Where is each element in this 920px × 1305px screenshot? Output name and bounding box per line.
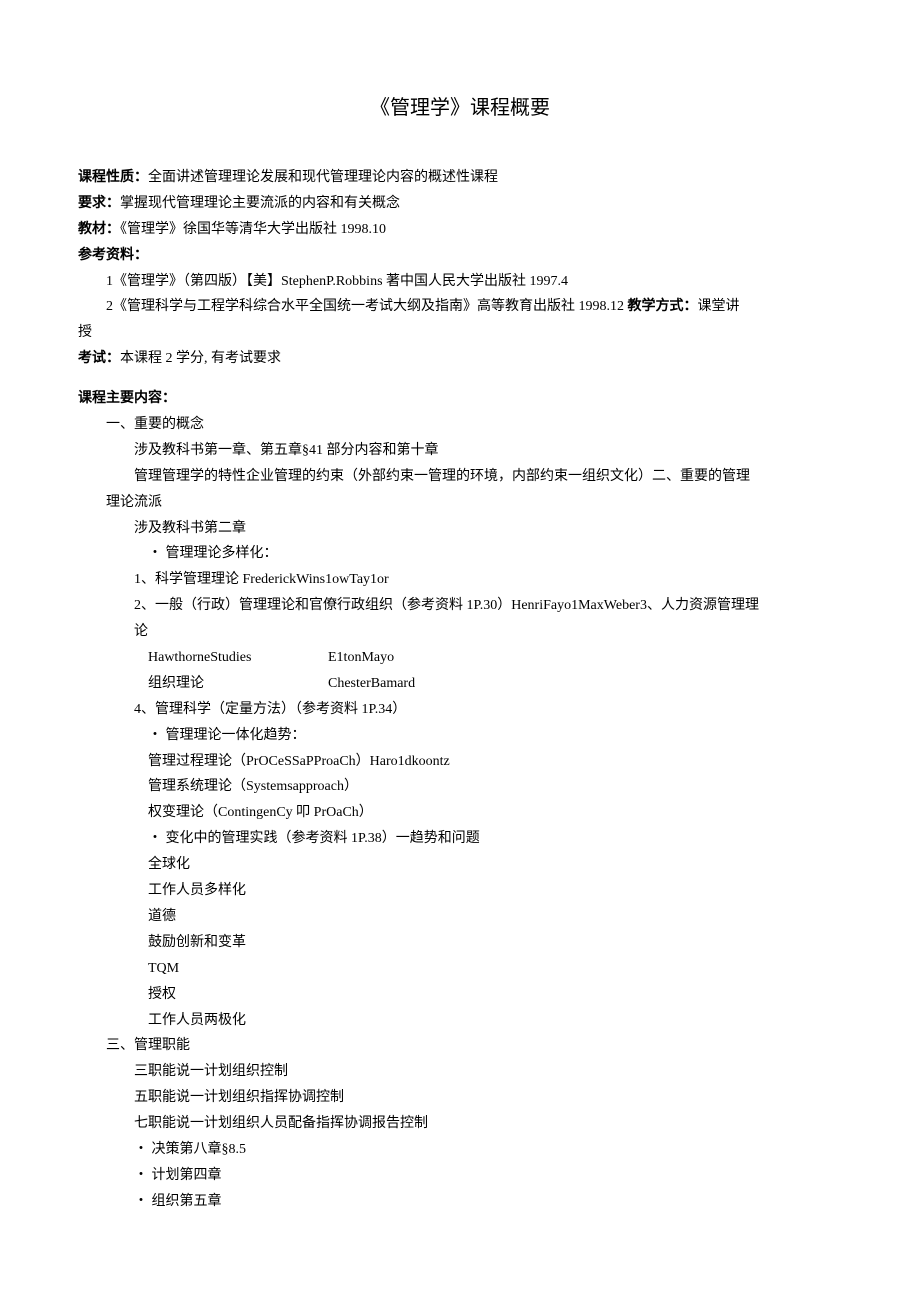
s1-bullet-integrate: ・ 管理理论一体化趋势： [78,723,842,749]
s1-line-3: 涉及教科书第二章 [78,516,842,542]
s1-line-1: 涉及教科书第一章、第五章§41 部分内容和第十章 [78,438,842,464]
s1-p-innovation: 鼓励创新和变革 [78,930,842,956]
row2-col2: ChesterBamard [328,671,415,697]
nature-value: 全面讲述管理理论发展和现代管理理论内容的概述性课程 [148,170,498,185]
s1-bullet-diversify: ・ 管理理论多样化： [78,541,842,567]
s1-theory-systems: 管理系统理论（Systemsapproach） [78,774,842,800]
req-value: 掌握现代管理理论主要流派的内容和有关概念 [120,196,400,211]
row2-col1: 组织理论 [148,671,328,697]
s1-theory-contingency: 权变理论（ContingenCy 叩 PrOaCh） [78,800,842,826]
s1-p-polar: 工作人员两极化 [78,1008,842,1034]
textbook-label: 教材： [78,222,120,237]
s1-p-global: 全球化 [78,852,842,878]
main-content-label: 课程主要内容： [78,386,842,412]
section-1-heading: 一、重要的概念 [78,412,842,438]
row1-col2: E1tonMayo [328,645,394,671]
section-3-heading: 三、管理职能 [78,1033,842,1059]
ref-item-1: 1《管理学》（第四版）【美】StephenP.Robbins 著中国人民大学出版… [78,269,842,295]
course-nature: 课程性质：全面讲述管理理论发展和现代管理理论内容的概述性课程 [78,165,842,191]
page-title: 《管理学》课程概要 [78,90,842,127]
exam-value: 本课程 2 学分, 有考试要求 [120,351,281,366]
s3-bullet-plan: ・ 计划第四章 [78,1163,842,1189]
s1-n2b: 论 [78,619,842,645]
s1-row-org: 组织理论 ChesterBamard [78,671,842,697]
ref-item-2: 2《管理科学与工程学科综合水平全国统一考试大纲及指南》高等教育出版社 1998.… [78,294,842,320]
s3-l2: 五职能说一计划组织指挥协调控制 [78,1085,842,1111]
nature-label: 课程性质： [78,170,148,185]
ref-item-2-cont: 授 [78,320,842,346]
ref2-text: 2《管理科学与工程学科综合水平全国统一考试大纲及指南》高等教育出版社 1998.… [106,299,628,314]
row1-col1: HawthorneStudies [148,645,328,671]
s1-theory-process: 管理过程理论（PrOCeSSaPProaCh）Haro1dkoontz [78,749,842,775]
textbook-value: 《管理学》徐国华等清华大学出版社 1998.10 [120,222,386,237]
s1-row-hawthorne: HawthorneStudies E1tonMayo [78,645,842,671]
teach-label: 教学方式： [628,299,698,314]
s1-n2: 2、一般（行政）管理理论和官僚行政组织（参考资料 1P.30）HenriFayo… [78,593,842,619]
course-exam: 考试：本课程 2 学分, 有考试要求 [78,346,842,372]
s3-l3: 七职能说一计划组织人员配备指挥协调报告控制 [78,1111,842,1137]
course-textbook: 教材：《管理学》徐国华等清华大学出版社 1998.10 [78,217,842,243]
course-requirements: 要求：掌握现代管理理论主要流派的内容和有关概念 [78,191,842,217]
teach-value: 课堂讲 [698,299,740,314]
s1-bullet-practice: ・ 变化中的管理实践（参考资料 1P.38）一趋势和问题 [78,826,842,852]
s3-bullet-decision: ・ 决策第八章§8.5 [78,1137,842,1163]
s1-p-diversity: 工作人员多样化 [78,878,842,904]
req-label: 要求： [78,196,120,211]
s1-n4: 4、管理科学（定量方法）（参考资料 1P.34） [78,697,842,723]
s1-line-2b: 理论流派 [78,490,842,516]
s1-n1: 1、科学管理理论 FrederickWins1owTay1or [78,567,842,593]
s3-l1: 三职能说一计划组织控制 [78,1059,842,1085]
exam-label: 考试： [78,351,120,366]
refs-label: 参考资料： [78,243,842,269]
s1-p-empower: 授权 [78,982,842,1008]
s1-line-2: 管理管理学的特性企业管理的约束（外部约束一管理的环境，内部约束一组织文化）二、重… [78,464,842,490]
s1-p-ethics: 道德 [78,904,842,930]
s1-p-tqm: TQM [78,956,842,982]
s3-bullet-org: ・ 组织第五章 [78,1189,842,1215]
